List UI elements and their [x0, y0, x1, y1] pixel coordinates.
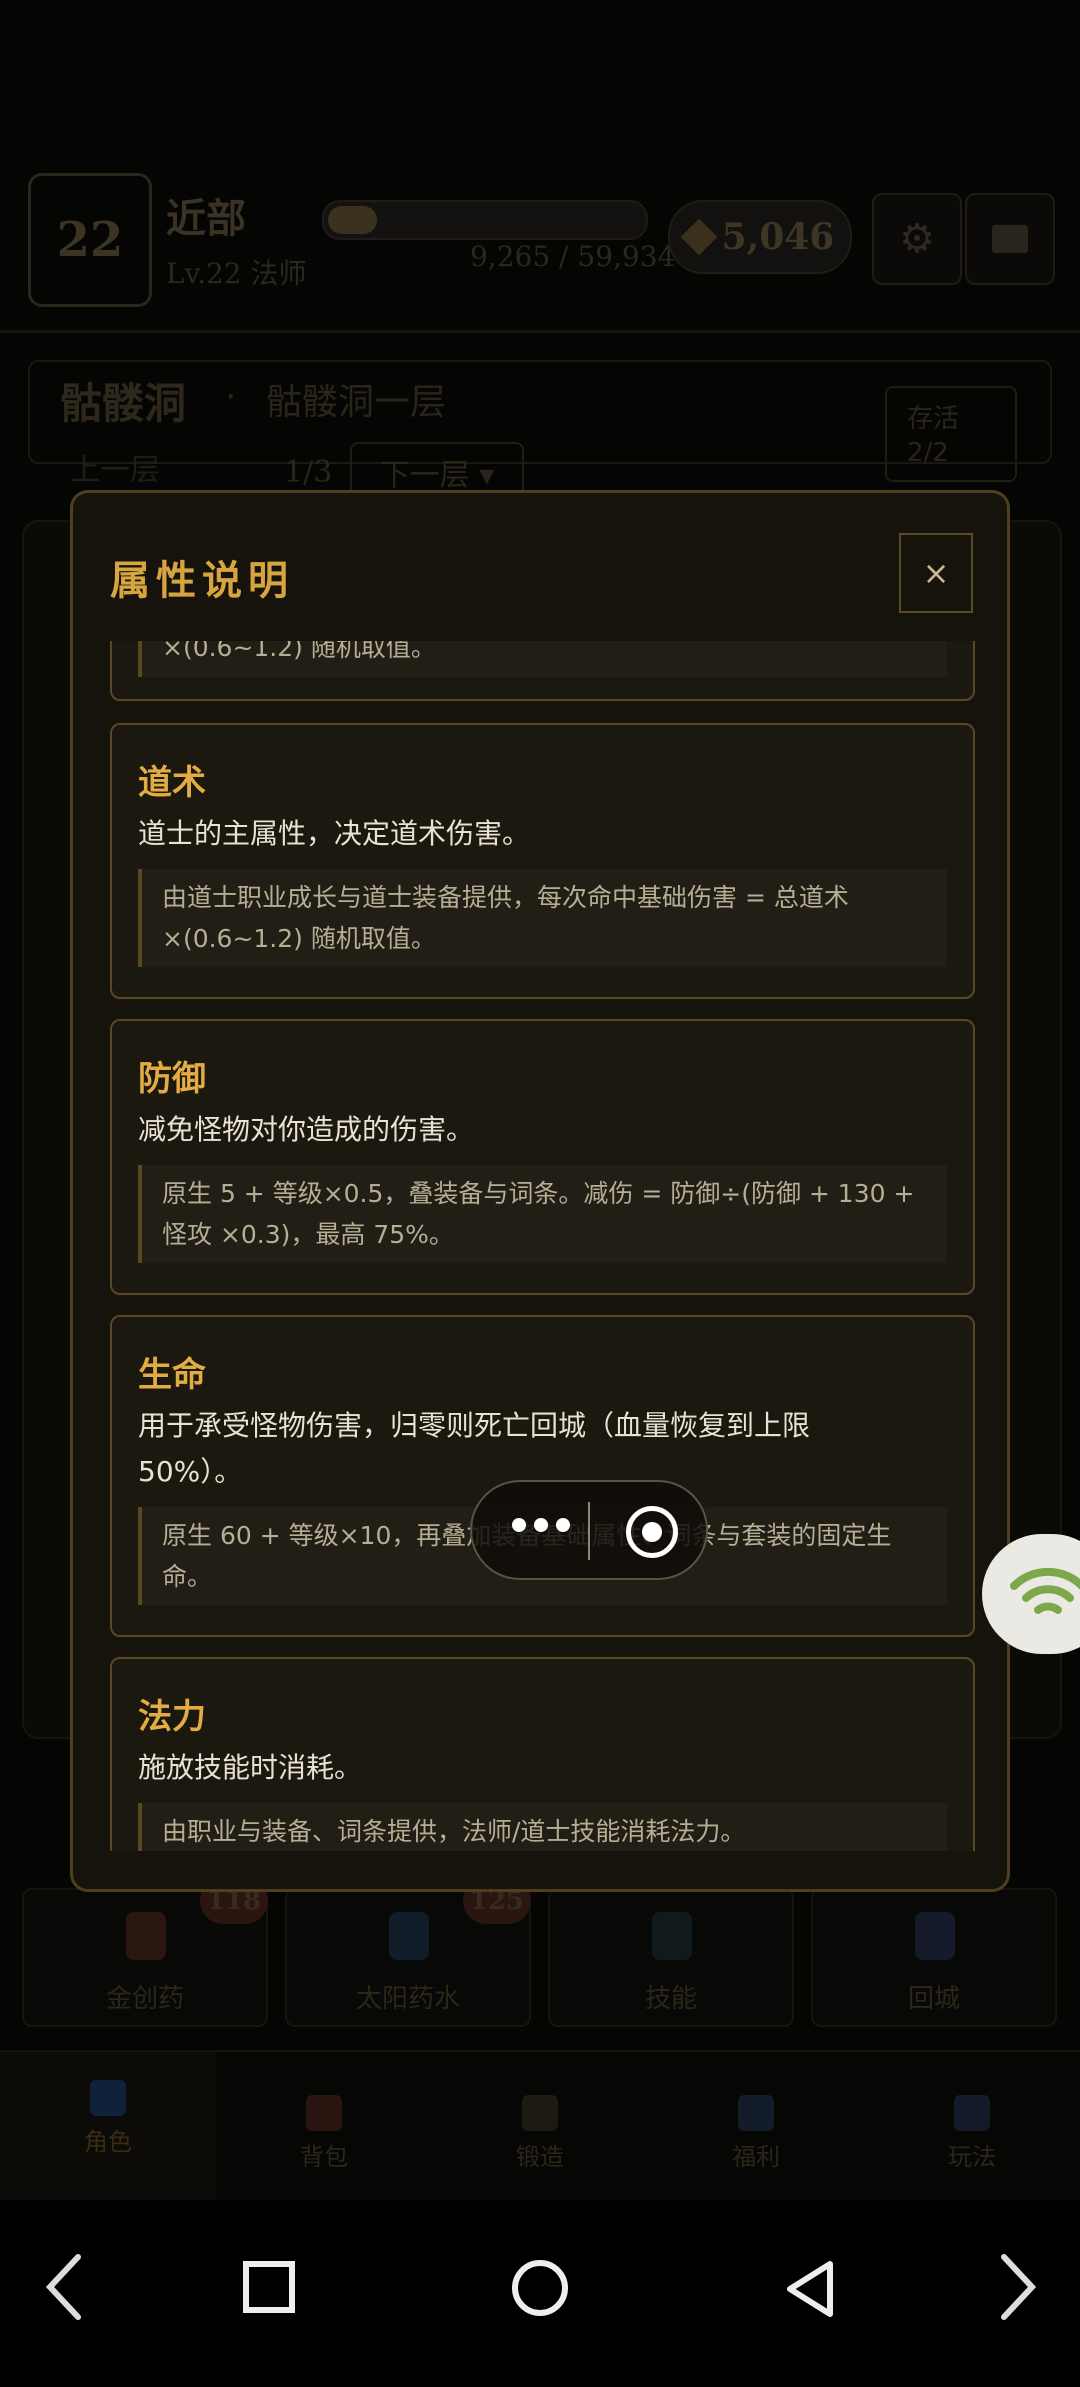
- quick-slot-return[interactable]: 回城: [811, 1888, 1057, 2027]
- wifi-icon: [1010, 1567, 1080, 1614]
- card-note: 原生 5 + 等级×0.5，叠装备与词条。减伤 = 防御÷(防御 + 130 +…: [138, 1165, 947, 1263]
- tab-bag[interactable]: 背包: [216, 2095, 432, 2172]
- lightning-icon: [652, 1912, 692, 1960]
- home-button[interactable]: [508, 2256, 572, 2320]
- floor-page: 1/3: [284, 455, 333, 490]
- modal-scroll-area[interactable]: ×(0.6~1.2) 随机取值。 道术 道士的主属性，决定道术伤害。 由道士职业…: [110, 641, 975, 1851]
- quick-slot-skill[interactable]: 技能: [548, 1888, 794, 2027]
- tab-label: 角色: [84, 2128, 132, 2156]
- book-stack-icon: [954, 2095, 990, 2131]
- modal-title: 属性说明: [110, 557, 294, 604]
- card-note: 由职业与装备、词条提供，法师/道士技能消耗法力。: [138, 1803, 947, 1851]
- capsule-divider: [588, 1502, 590, 1560]
- person-icon: [90, 2080, 126, 2116]
- prev-floor-button[interactable]: 上一层: [70, 445, 160, 489]
- slot-label: 金创药: [105, 1984, 184, 2014]
- gear-icon: ⚙: [899, 216, 935, 262]
- revive-label: 存活: [907, 404, 960, 434]
- attribute-card-taoism: 道术 道士的主属性，决定道术伤害。 由道士职业成长与道士装备提供，每次命中基础伤…: [110, 723, 975, 999]
- revive-value: 2/2: [907, 438, 949, 468]
- attribute-card-mana: 法力 施放技能时消耗。 由职业与装备、词条提供，法师/道士技能消耗法力。: [110, 1657, 975, 1851]
- castle-icon: [915, 1912, 955, 1960]
- tab-gameplay[interactable]: 玩法: [864, 2095, 1080, 2172]
- blue-potion-icon: [389, 1912, 429, 1960]
- bag-icon: [306, 2095, 342, 2131]
- chevron-left-icon[interactable]: [40, 2247, 88, 2327]
- tab-label: 玩法: [948, 2143, 996, 2171]
- settings-button[interactable]: ⚙: [872, 193, 962, 285]
- attribute-card-defense: 防御 减免怪物对你造成的伤害。 原生 5 + 等级×0.5，叠装备与词条。减伤 …: [110, 1019, 975, 1295]
- attribute-card-partial: ×(0.6~1.2) 随机取值。: [110, 641, 975, 701]
- red-potion-icon: [126, 1912, 166, 1960]
- card-title: 道术: [138, 763, 206, 803]
- tab-label: 背包: [300, 2143, 348, 2171]
- xp-bar: [322, 200, 648, 240]
- hammer-icon: [522, 2095, 558, 2131]
- card-desc: 用于承受怪物伤害，归零则死亡回城（血量恢复到上限 50%）。: [138, 1409, 811, 1488]
- book-icon: [992, 225, 1028, 253]
- slot-label: 回城: [907, 1984, 960, 2014]
- tab-welfare[interactable]: 福利: [648, 2095, 864, 2172]
- tab-forge[interactable]: 锻造: [432, 2095, 648, 2172]
- card-title: 防御: [138, 1059, 206, 1099]
- card-title: 法力: [138, 1697, 206, 1737]
- book-button[interactable]: [965, 193, 1055, 285]
- card-desc: 道士的主属性，决定道术伤害。: [138, 817, 531, 850]
- slot-label: 太阳药水: [355, 1984, 460, 2014]
- more-icon[interactable]: [512, 1518, 570, 1532]
- record-icon[interactable]: [626, 1506, 678, 1558]
- gift-icon: [738, 2095, 774, 2131]
- level-badge: 22: [28, 173, 152, 307]
- floating-capsule[interactable]: [470, 1480, 708, 1580]
- recent-apps-button[interactable]: [242, 2260, 298, 2316]
- tab-character[interactable]: 角色: [0, 2080, 216, 2157]
- player-level-class: Lv.22 法师: [166, 257, 307, 290]
- quick-slot-potion-hp[interactable]: 118 金创药: [22, 1878, 268, 2027]
- card-note: ×(0.6~1.2) 随机取值。: [138, 641, 947, 677]
- xp-bar-fill: [328, 206, 377, 234]
- revive-counter: 存活 2/2: [885, 386, 1017, 482]
- attribute-info-modal: 属性说明 × ×(0.6~1.2) 随机取值。 道术 道士的主属性，决定道术伤害…: [70, 490, 1010, 1892]
- card-desc: 减免怪物对你造成的伤害。: [138, 1113, 475, 1146]
- dungeon-title: 骷髅洞: [60, 379, 187, 428]
- gold-amount: 5,046: [721, 216, 835, 258]
- xp-text: 9,265 / 59,934: [470, 240, 676, 273]
- card-desc: 施放技能时消耗。: [138, 1751, 363, 1784]
- attribute-card-life: 生命 用于承受怪物伤害，归零则死亡回城（血量恢复到上限 50%）。 原生 60 …: [110, 1315, 975, 1637]
- chevron-right-icon[interactable]: [994, 2247, 1042, 2327]
- dungeon-separator: ·: [224, 372, 238, 416]
- quick-slot-potion-mp[interactable]: 125 太阳药水: [285, 1878, 531, 2027]
- gem-icon: [680, 218, 718, 256]
- tab-label: 锻造: [516, 2143, 564, 2171]
- header-divider: [0, 330, 1080, 333]
- card-note: 由道士职业成长与道士装备提供，每次命中基础伤害 = 总道术 ×(0.6~1.2)…: [138, 869, 947, 967]
- gold-counter: 5,046: [668, 200, 852, 274]
- card-title: 生命: [138, 1355, 206, 1395]
- close-button[interactable]: ×: [899, 533, 973, 613]
- dungeon-floor: 骷髅洞一层: [266, 382, 447, 423]
- tab-label: 福利: [732, 2143, 780, 2171]
- player-name: 近部: [166, 195, 246, 242]
- back-button[interactable]: [782, 2258, 838, 2320]
- slot-label: 技能: [644, 1984, 697, 2014]
